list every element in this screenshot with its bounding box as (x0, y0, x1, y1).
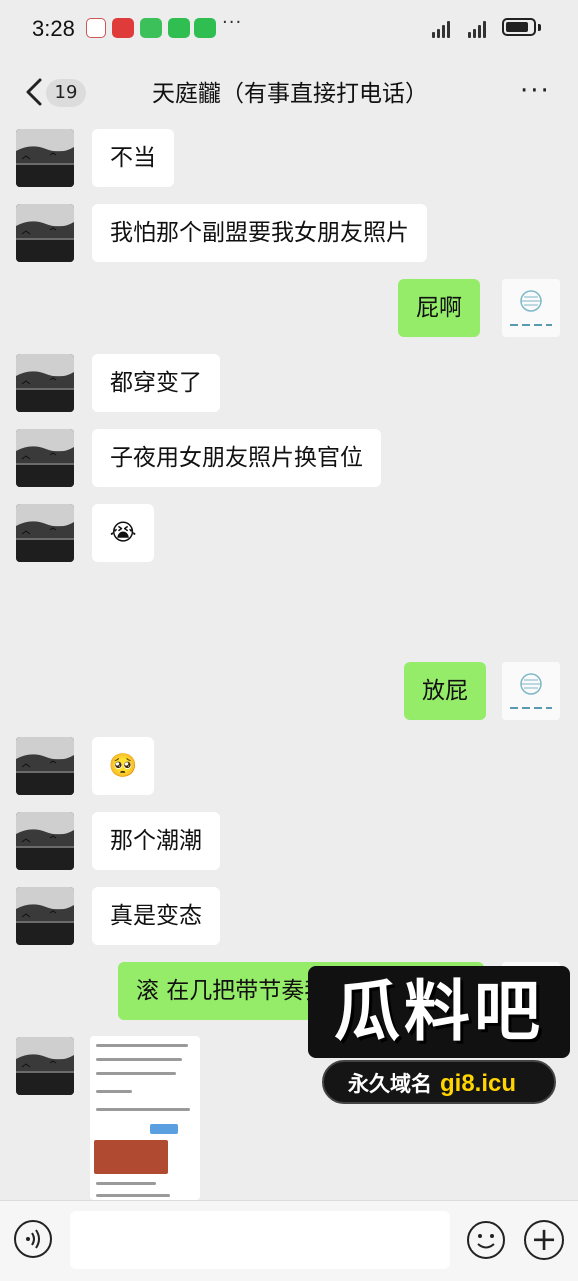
voice-input-icon[interactable] (14, 1220, 52, 1258)
wechat-icon (168, 18, 190, 38)
incoming-message-bubble[interactable]: 不当 (92, 129, 174, 187)
watermark-logo-text: 瓜料吧 (334, 973, 544, 1050)
incoming-emoji-bubble[interactable]: 😭 (92, 504, 154, 562)
unread-count-badge[interactable]: 19 (46, 79, 86, 107)
sound-wave-icon (26, 1229, 40, 1249)
self-avatar[interactable] (502, 662, 560, 720)
incoming-message-bubble[interactable]: 我怕那个副盟要我女朋友照片 (92, 204, 427, 262)
red-app-icon (112, 18, 134, 38)
dog-app-icon (86, 18, 106, 38)
incoming-message-bubble[interactable]: 真是变态 (92, 887, 220, 945)
contact-avatar[interactable] (16, 129, 74, 187)
watermark-domain: gi8.icu (440, 1070, 517, 1097)
signal-icon (468, 20, 490, 38)
watermark-tag-text: 永久域名 gi8.icu (348, 1068, 516, 1098)
contact-avatar[interactable] (16, 204, 74, 262)
incoming-message-bubble[interactable]: 都穿变了 (92, 354, 220, 412)
chat-input-bar: + (0, 1200, 578, 1281)
outgoing-message-bubble[interactable]: 放屁 (404, 662, 486, 720)
contact-avatar[interactable] (16, 887, 74, 945)
green-app-icon (140, 18, 162, 38)
watermark-tag-label: 永久域名 (348, 1072, 432, 1096)
watermark-overlay: 瓜料吧 永久域名 gi8.icu (304, 962, 574, 1112)
incoming-message-bubble[interactable]: 那个潮潮 (92, 812, 220, 870)
message-input[interactable] (70, 1211, 450, 1269)
status-bar: 3:28 ··· (0, 0, 578, 60)
battery-icon (502, 18, 536, 36)
more-options-icon[interactable]: ··· (520, 76, 551, 106)
contact-avatar[interactable] (16, 354, 74, 412)
contact-avatar[interactable] (16, 1037, 74, 1095)
contact-avatar[interactable] (16, 504, 74, 562)
signal-icon (432, 20, 454, 38)
incoming-emoji-bubble[interactable]: 🥺 (92, 737, 154, 795)
contact-avatar[interactable] (16, 429, 74, 487)
status-time: 3:28 (32, 16, 75, 41)
self-avatar[interactable] (502, 279, 560, 337)
add-attachment-icon[interactable]: + (524, 1220, 564, 1260)
contact-avatar[interactable] (16, 812, 74, 870)
chat-title: 天庭龖（有事直接打电话） (152, 81, 428, 107)
more-notifications-indicator: ··· (222, 12, 243, 33)
contact-avatar[interactable] (16, 737, 74, 795)
chat-header: 19 天庭龖（有事直接打电话） ··· (0, 62, 578, 122)
chat-screenshot-image[interactable] (90, 1036, 200, 1200)
incoming-message-bubble[interactable]: 子夜用女朋友照片换官位 (92, 429, 381, 487)
battery-tip (538, 24, 541, 31)
outgoing-message-bubble[interactable]: 屁啊 (398, 279, 480, 337)
wechat-icon (194, 18, 216, 38)
emoji-icon[interactable] (466, 1220, 506, 1260)
